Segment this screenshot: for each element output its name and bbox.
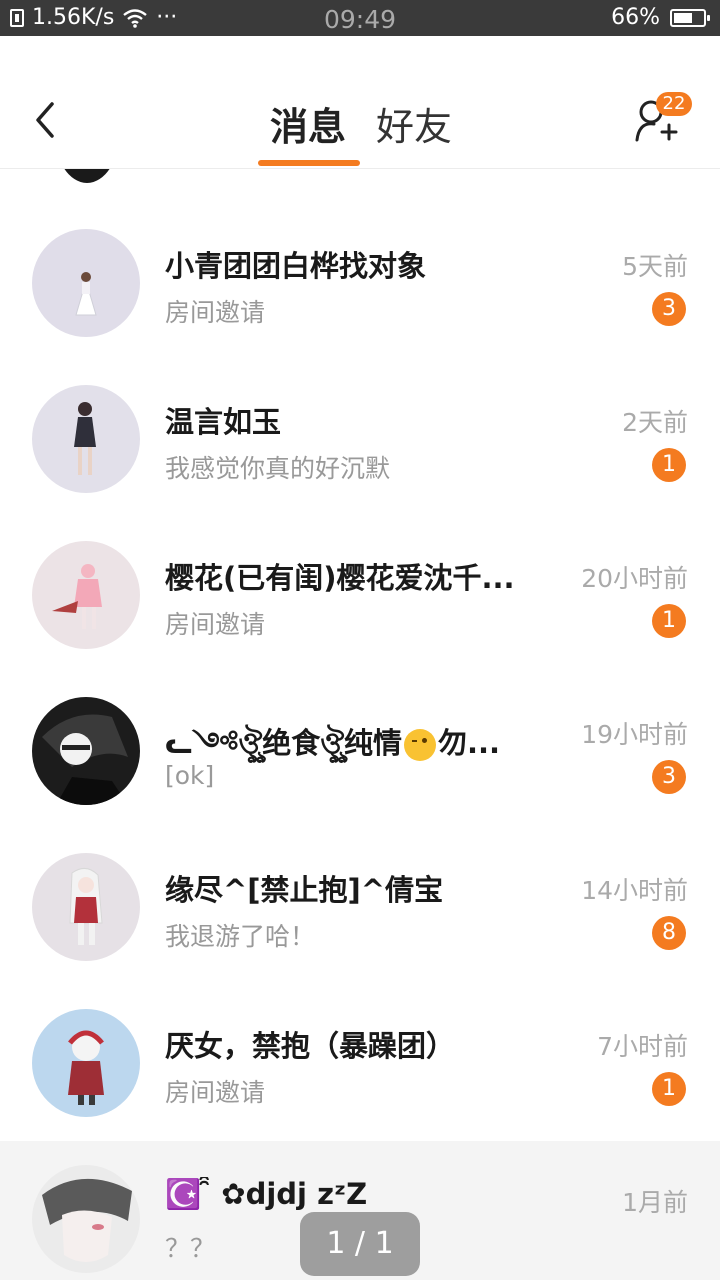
timestamp: 1月前 bbox=[622, 1188, 688, 1217]
battery-percent: 66% bbox=[611, 5, 660, 30]
avatar bbox=[32, 541, 140, 649]
avatar bbox=[32, 1165, 140, 1273]
unread-badge: 3 bbox=[652, 292, 686, 326]
timestamp: 2天前 bbox=[622, 408, 688, 437]
winking-face-emoji-icon bbox=[404, 729, 436, 761]
conversation-item[interactable]: 缘尽^[禁止抱]^倩宝 我退游了哈！ 14小时前 8 bbox=[0, 835, 720, 991]
timestamp: 5天前 bbox=[622, 252, 688, 281]
timestamp: 14小时前 bbox=[581, 876, 688, 905]
page-indicator: 1 / 1 bbox=[300, 1212, 420, 1276]
avatar bbox=[54, 169, 120, 183]
tab-messages[interactable]: 消息 bbox=[270, 96, 346, 151]
battery-fill bbox=[674, 12, 693, 23]
avatar bbox=[32, 385, 140, 493]
avatar bbox=[32, 229, 140, 337]
active-tab-indicator bbox=[258, 160, 360, 166]
friend-request-badge: 22 bbox=[656, 92, 692, 116]
message-preview: ？？ bbox=[165, 1234, 216, 1263]
unread-badge: 1 bbox=[652, 448, 686, 482]
status-bar: 1.56K/s ··· 09:49 66% bbox=[0, 0, 720, 36]
conversation-item[interactable]: ᓚ༺ঔৣ绝食ঔৣ纯情 勿... [ok] 19小时前 3 bbox=[0, 679, 720, 835]
status-right: 66% bbox=[611, 5, 710, 30]
tab-friends[interactable]: 好友 bbox=[376, 96, 452, 151]
timestamp: 7小时前 bbox=[597, 1032, 688, 1061]
message-preview: 我退游了哈！ bbox=[165, 922, 316, 951]
conversation-item[interactable]: 小青团团白桦找对象 房间邀请 5天前 3 bbox=[0, 211, 720, 367]
contact-name: 温言如玉 bbox=[165, 405, 282, 439]
contact-name: ☪️ ̑̑ ✿djdj zᶻZ bbox=[165, 1177, 368, 1211]
avatar bbox=[32, 1009, 140, 1117]
conversation-item[interactable]: 厌女，禁抱（暴躁团） 房间邀请 7小时前 1 bbox=[0, 991, 720, 1147]
conversation-item[interactable]: 温言如玉 我感觉你真的好沉默 2天前 1 bbox=[0, 367, 720, 523]
message-preview: 房间邀请 bbox=[165, 610, 266, 639]
message-preview: 房间邀请 bbox=[165, 1078, 266, 1107]
unread-badge: 1 bbox=[652, 604, 686, 638]
contact-name: ᓚ༺ঔৣ绝食ঔৣ纯情 勿... bbox=[165, 726, 501, 761]
contact-name: 樱花(已有闺)樱花爱沈千... bbox=[165, 561, 515, 595]
top-nav: 消息 好友 bbox=[0, 36, 720, 169]
timestamp: 20小时前 bbox=[581, 564, 688, 593]
message-preview: 房间邀请 bbox=[165, 298, 266, 327]
unread-badge: 1 bbox=[652, 1072, 686, 1106]
contact-name: 小青团团白桦找对象 bbox=[165, 249, 427, 283]
unread-badge: 8 bbox=[652, 916, 686, 950]
avatar bbox=[32, 853, 140, 961]
contact-name: 缘尽^[禁止抱]^倩宝 bbox=[165, 873, 444, 907]
battery-icon bbox=[670, 8, 710, 27]
avatar bbox=[32, 697, 140, 805]
unread-badge: 3 bbox=[652, 760, 686, 794]
conversation-item[interactable]: 樱花(已有闺)樱花爱沈千... 房间邀请 20小时前 1 bbox=[0, 523, 720, 679]
tab-bar: 消息 好友 bbox=[0, 96, 720, 156]
timestamp: 19小时前 bbox=[581, 720, 688, 749]
message-preview: [ok] bbox=[165, 761, 215, 790]
message-preview: 我感觉你真的好沉默 bbox=[165, 454, 391, 483]
contact-name: 厌女，禁抱（暴躁团） bbox=[165, 1029, 456, 1063]
conversation-list[interactable]: 小青团团白桦找对象 房间邀请 5天前 3 温言如玉 我感觉你真的好沉默 2天前 … bbox=[0, 169, 720, 1280]
